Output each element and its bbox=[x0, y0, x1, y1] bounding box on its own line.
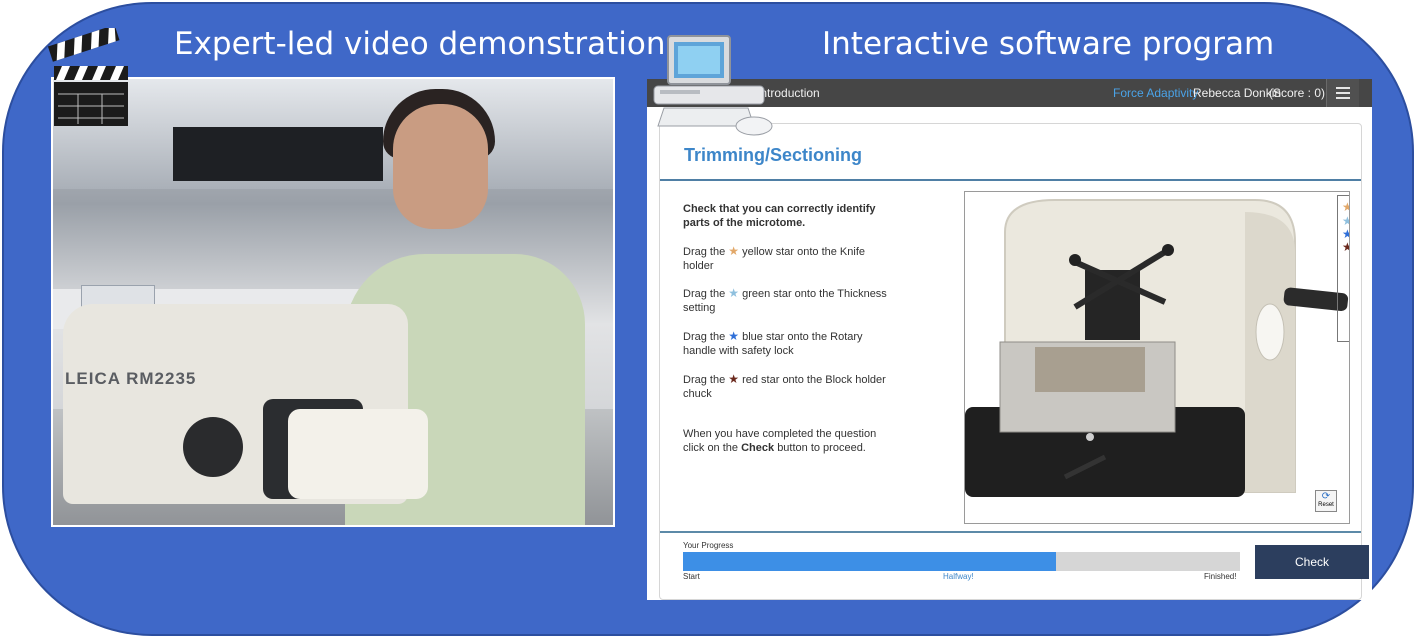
user-name: Rebecca Donkin bbox=[1193, 86, 1282, 100]
demonstrator bbox=[393, 104, 488, 229]
progress-finished-label: Finished! bbox=[1204, 572, 1237, 581]
draggable-green-star-icon[interactable]: ★ bbox=[1342, 215, 1349, 227]
machine-label: LEICA RM2235 bbox=[65, 369, 197, 388]
green-star-icon: ★ bbox=[728, 286, 740, 300]
progress-start-label: Start bbox=[683, 572, 700, 581]
red-star-icon: ★ bbox=[728, 372, 740, 386]
microtome-drop-area[interactable]: ★ ★ ★ ★ ⟳ Reset bbox=[964, 191, 1350, 524]
instruction-item: Drag the ★ blue star onto the Rotary han… bbox=[683, 329, 863, 357]
instruction-item: Drag the ★ yellow star onto the Knife ho… bbox=[683, 244, 865, 272]
instruction-item: Drag the ★ green star onto the Thickness… bbox=[683, 286, 887, 314]
reset-button[interactable]: ⟳ Reset bbox=[1315, 490, 1337, 512]
software-heading: Interactive software program bbox=[822, 26, 1275, 62]
page-title: Trimming/Sectioning bbox=[684, 145, 863, 165]
video-heading: Expert-led video demonstration bbox=[174, 26, 666, 62]
clapperboard-icon bbox=[48, 28, 128, 126]
instruction-intro: Check that you can correctly identify pa… bbox=[683, 203, 876, 229]
draggable-yellow-star-icon[interactable]: ★ bbox=[1342, 201, 1349, 213]
video-photo: LEICA RM2235 bbox=[53, 79, 613, 525]
yellow-star-icon: ★ bbox=[728, 244, 740, 258]
computer-icon bbox=[653, 35, 773, 136]
progress-divider bbox=[660, 531, 1361, 533]
microtome-image bbox=[965, 192, 1349, 523]
force-adaptivity-link[interactable]: Force Adaptivity bbox=[1113, 86, 1198, 100]
progress-label: Your Progress bbox=[683, 541, 734, 550]
question-card: Trimming/Sectioning Check that you can c… bbox=[659, 123, 1369, 600]
blue-star-icon: ★ bbox=[728, 329, 740, 343]
draggable-red-star-icon[interactable]: ★ bbox=[1342, 241, 1349, 253]
refresh-icon: ⟳ bbox=[1321, 491, 1331, 502]
software-screen: odule - Introduction Force Adaptivity Re… bbox=[647, 79, 1372, 600]
star-tray: ★ ★ ★ ★ bbox=[1337, 195, 1349, 342]
progress-halfway-label: Halfway! bbox=[943, 572, 974, 581]
handwheel bbox=[183, 417, 243, 477]
draggable-blue-star-icon[interactable]: ★ bbox=[1342, 228, 1349, 240]
video-demonstration-frame[interactable]: LEICA RM2235 bbox=[51, 77, 615, 527]
score-display: (Score : 0) bbox=[1269, 86, 1326, 100]
instruction-closing: When you have completed the question cli… bbox=[683, 428, 877, 454]
progress-bar-fill bbox=[683, 552, 1057, 571]
progress-bar bbox=[683, 552, 1240, 571]
wall-monitor bbox=[173, 127, 383, 181]
hamburger-menu-icon[interactable] bbox=[1326, 79, 1359, 107]
title-divider bbox=[660, 179, 1361, 181]
check-button[interactable]: Check bbox=[1255, 545, 1369, 579]
instruction-item: Drag the ★ red star onto the Block holde… bbox=[683, 372, 886, 400]
